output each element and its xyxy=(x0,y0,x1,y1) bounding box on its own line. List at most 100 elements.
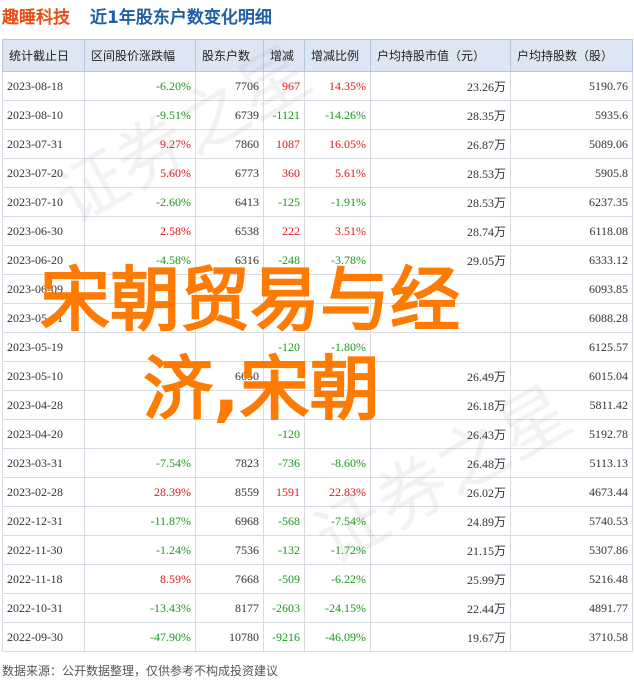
cell-avg-shares: 5190.76 xyxy=(510,71,633,101)
cell-delta: -736 xyxy=(263,448,305,478)
cell-ratio: -6.22% xyxy=(304,564,371,594)
cell-avg-shares: 6118.08 xyxy=(510,216,633,246)
cell-price-change xyxy=(84,332,196,362)
cell-delta: -120 xyxy=(263,332,305,362)
table-row[interactable]: 2023-03-31 -7.54% 7823 -736 -8.60% 26.48万 5113… xyxy=(2,448,633,478)
col-header-avg-value[interactable]: 户均持股市值（元） xyxy=(370,39,511,72)
cell-avg-shares: 5740.53 xyxy=(510,506,633,536)
cell-avg-value: 28.74万 xyxy=(370,216,511,246)
cell-date: 2023-05-31 xyxy=(2,303,85,333)
cell-price-change: -2.60% xyxy=(84,187,196,217)
cell-ratio: 14.35% xyxy=(304,71,371,101)
cell-ratio xyxy=(304,361,371,391)
table-row[interactable]: 2023-05-31 6088.28 xyxy=(2,303,633,333)
cell-holders: 6773 xyxy=(195,158,264,188)
table-row[interactable]: 2023-07-20 5.60% 6773 360 5.61% 28.53万 5905.8 xyxy=(2,158,633,188)
cell-delta: 967 xyxy=(263,71,305,101)
cell-avg-shares: 6093.85 xyxy=(510,274,633,304)
cell-holders: 8559 xyxy=(195,477,264,507)
table-header-row: 统计截止日 区间股价涨跌幅 股东户数 增减 增减比例 户均持股市值（元） 户均持… xyxy=(2,39,633,72)
cell-date: 2023-03-31 xyxy=(2,448,85,478)
col-header-avg-shares[interactable]: 户均持股数（股） xyxy=(510,39,633,72)
cell-ratio: -24.15% xyxy=(304,593,371,623)
cell-price-change: 5.60% xyxy=(84,158,196,188)
table-row[interactable]: 2022-11-18 8.59% 7668 -509 -6.22% 25.99万 5216.… xyxy=(2,564,633,594)
cell-price-change xyxy=(84,390,196,420)
cell-avg-shares: 5811.42 xyxy=(510,390,633,420)
table-row[interactable]: 2022-10-31 -13.43% 8177 -2603 -24.15% 22.44万 4… xyxy=(2,593,633,623)
cell-avg-shares: 5113.13 xyxy=(510,448,633,478)
table-row[interactable]: 2022-09-30 -47.90% 10780 -9216 -46.09% 19.67万… xyxy=(2,622,633,652)
cell-date: 2023-07-20 xyxy=(2,158,85,188)
cell-avg-value xyxy=(370,332,511,362)
cell-date: 2023-05-19 xyxy=(2,332,85,362)
table-row[interactable]: 2023-02-28 28.39% 8559 1591 22.83% 26.02万 4673… xyxy=(2,477,633,507)
col-header-delta[interactable]: 增减 xyxy=(263,39,305,72)
table-row[interactable]: 2023-08-10 -9.51% 6739 -1121 -14.26% 28.35万 59… xyxy=(2,100,633,130)
cell-delta: -568 xyxy=(263,506,305,536)
cell-avg-shares: 6237.35 xyxy=(510,187,633,217)
table-row[interactable]: 2023-05-10 6650 26.49万 6015.04 xyxy=(2,361,633,391)
shareholder-table: 统计截止日 区间股价涨跌幅 股东户数 增减 增减比例 户均持股市值（元） 户均持… xyxy=(2,39,633,652)
cell-holders: 6413 xyxy=(195,187,264,217)
company-name: 趣睡科技 xyxy=(2,8,70,28)
title-bar: 趣睡科技 近1年股东户数变化明细 xyxy=(0,0,634,34)
cell-avg-value: 25.99万 xyxy=(370,564,511,594)
col-header-ratio[interactable]: 增减比例 xyxy=(304,39,371,72)
table-row[interactable]: 2023-06-30 2.58% 6538 222 3.51% 28.74万 6118.08 xyxy=(2,216,633,246)
cell-avg-shares: 5307.86 xyxy=(510,535,633,565)
cell-price-change: -6.20% xyxy=(84,71,196,101)
cell-ratio: -7.54% xyxy=(304,506,371,536)
cell-avg-value xyxy=(370,303,511,333)
cell-delta xyxy=(263,274,305,304)
cell-date: 2023-05-10 xyxy=(2,361,85,391)
cell-price-change: -9.51% xyxy=(84,100,196,130)
cell-delta: -509 xyxy=(263,564,305,594)
cell-delta xyxy=(263,361,305,391)
table-row[interactable]: 2023-04-28 26.18万 5811.42 xyxy=(2,390,633,420)
cell-ratio: -14.26% xyxy=(304,100,371,130)
cell-avg-shares: 6125.57 xyxy=(510,332,633,362)
cell-date: 2023-04-20 xyxy=(2,419,85,449)
table-row[interactable]: 2023-07-31 9.27% 7860 1087 16.05% 26.87万 5089.… xyxy=(2,129,633,159)
cell-holders: 6316 xyxy=(195,245,264,275)
table-row[interactable]: 2022-12-31 -11.87% 6968 -568 -7.54% 24.89万 574… xyxy=(2,506,633,536)
cell-avg-value: 26.43万 xyxy=(370,419,511,449)
col-header-price-change[interactable]: 区间股价涨跌幅 xyxy=(84,39,196,72)
cell-holders: 7536 xyxy=(195,535,264,565)
table-row[interactable]: 2022-11-30 -1.24% 7536 -132 -1.72% 21.15万 5307… xyxy=(2,535,633,565)
cell-holders xyxy=(195,303,264,333)
cell-holders: 8177 xyxy=(195,593,264,623)
cell-holders: 6538 xyxy=(195,216,264,246)
cell-ratio: -8.60% xyxy=(304,448,371,478)
cell-ratio: 16.05% xyxy=(304,129,371,159)
table-row[interactable]: 2023-08-18 -6.20% 7706 967 14.35% 23.26万 5190.… xyxy=(2,71,633,101)
cell-avg-shares: 6015.04 xyxy=(510,361,633,391)
cell-avg-shares: 5905.8 xyxy=(510,158,633,188)
cell-price-change: -4.58% xyxy=(84,245,196,275)
table-row[interactable]: 2023-07-10 -2.60% 6413 -125 -1.91% 28.53万 6237… xyxy=(2,187,633,217)
cell-price-change: 9.27% xyxy=(84,129,196,159)
cell-price-change: 28.39% xyxy=(84,477,196,507)
cell-delta: -9216 xyxy=(263,622,305,652)
table-row[interactable]: 2023-05-19 -120 -1.80% 6125.57 xyxy=(2,332,633,362)
col-header-date[interactable]: 统计截止日 xyxy=(2,39,85,72)
cell-date: 2023-08-18 xyxy=(2,71,85,101)
table-row[interactable]: 2023-06-09 6093.85 xyxy=(2,274,633,304)
cell-ratio: -1.80% xyxy=(304,332,371,362)
cell-delta: 1087 xyxy=(263,129,305,159)
table-row[interactable]: 2023-06-20 -4.58% 6316 -248 -3.78% 29.05万 6333… xyxy=(2,245,633,275)
col-header-holders[interactable]: 股东户数 xyxy=(195,39,264,72)
cell-holders: 7668 xyxy=(195,564,264,594)
cell-ratio: 3.51% xyxy=(304,216,371,246)
cell-delta: 222 xyxy=(263,216,305,246)
cell-date: 2023-07-10 xyxy=(2,187,85,217)
cell-delta: 360 xyxy=(263,158,305,188)
cell-avg-value: 29.05万 xyxy=(370,245,511,275)
cell-price-change: 2.58% xyxy=(84,216,196,246)
cell-price-change xyxy=(84,274,196,304)
table-row[interactable]: 2023-04-20 -120 26.43万 5192.78 xyxy=(2,419,633,449)
cell-holders xyxy=(195,332,264,362)
cell-holders: 6968 xyxy=(195,506,264,536)
cell-avg-value: 21.15万 xyxy=(370,535,511,565)
